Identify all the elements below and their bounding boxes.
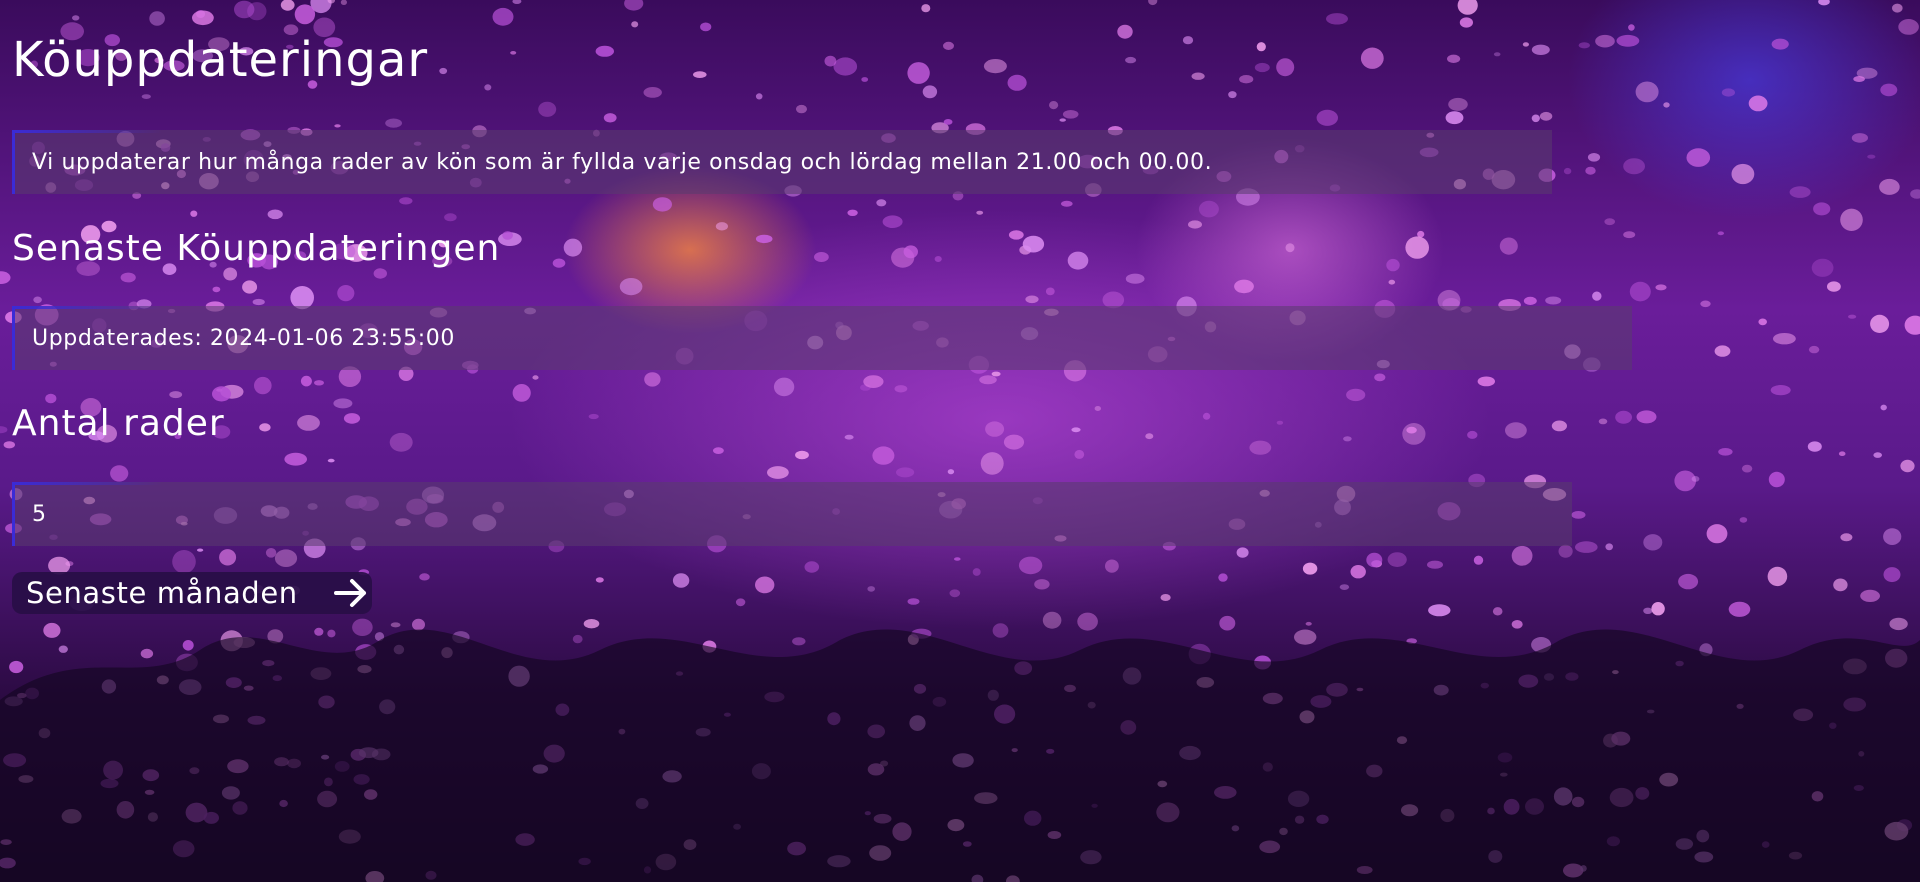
row-count-value: 5 bbox=[32, 501, 47, 527]
last-month-button[interactable]: Senaste månaden bbox=[12, 572, 372, 614]
info-box: Vi uppdaterar hur många rader av kön som… bbox=[12, 130, 1552, 194]
row-count-box: 5 bbox=[12, 482, 1572, 546]
latest-update-text: Uppdaterades: 2024-01-06 23:55:00 bbox=[32, 325, 455, 351]
page-title: Köuppdateringar bbox=[12, 32, 429, 88]
latest-update-heading: Senaste Köuppdateringen bbox=[12, 228, 501, 269]
last-month-button-label: Senaste månaden bbox=[26, 576, 298, 610]
row-count-heading: Antal rader bbox=[12, 403, 225, 444]
latest-update-box: Uppdaterades: 2024-01-06 23:55:00 bbox=[12, 306, 1632, 370]
arrow-right-icon bbox=[333, 578, 368, 608]
info-text: Vi uppdaterar hur många rader av kön som… bbox=[32, 149, 1213, 175]
